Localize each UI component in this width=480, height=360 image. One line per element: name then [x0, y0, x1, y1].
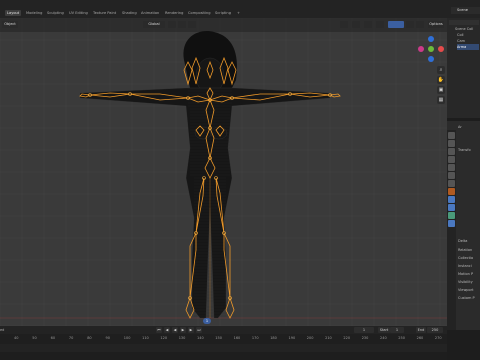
- outliner-item-selected[interactable]: Arma: [457, 44, 479, 50]
- tab-texture-paint[interactable]: Texture Paint: [91, 10, 118, 16]
- collection-tab-icon[interactable]: [448, 180, 455, 187]
- timeline-ruler[interactable]: 40 50 60 70 80 90 100 110 120 130 140 150 160 170 180 1…: [0, 334, 447, 344]
- start-frame-field[interactable]: 1: [390, 327, 404, 333]
- ruler-tick-label: 270: [434, 336, 442, 340]
- ruler-tick-label: 100: [123, 336, 131, 340]
- section-viewport-display[interactable]: Viewport: [458, 287, 473, 293]
- view-layer-tab-icon[interactable]: [448, 156, 455, 163]
- ruler-tick-label: 110: [142, 336, 149, 340]
- scene-selector[interactable]: Scene: [451, 7, 480, 14]
- ruler-tick-label: 80: [87, 336, 92, 340]
- camera-view-icon[interactable]: ▣: [437, 86, 445, 94]
- top-menu-bar: Layout Modeling Sculpting UV Editing Tex…: [0, 0, 480, 18]
- perspective-toggle-icon[interactable]: ▦: [437, 96, 445, 104]
- ruler-tick-label: 260: [416, 336, 424, 340]
- tab-layout[interactable]: Layout: [5, 10, 22, 16]
- ruler-tick-label: 170: [251, 336, 259, 340]
- axis-neg-x-icon[interactable]: [418, 46, 424, 52]
- properties-tabs: [447, 130, 456, 330]
- tab-sculpting[interactable]: Sculpting: [45, 10, 66, 16]
- axis-z-icon[interactable]: [428, 36, 434, 42]
- ruler-tick-label: 60: [50, 336, 56, 340]
- ruler-tick-label: 240: [380, 336, 387, 340]
- tab-animation[interactable]: Animation: [139, 10, 161, 16]
- ruler-tick-label: 190: [288, 336, 296, 340]
- data-tab-icon[interactable]: [448, 220, 455, 227]
- ruler-tick-label: 210: [325, 336, 332, 340]
- tab-modeling[interactable]: Modeling: [24, 10, 44, 16]
- jump-end-icon[interactable]: ⏭: [196, 327, 202, 333]
- axis-x-icon[interactable]: [438, 46, 444, 52]
- status-bar: [0, 352, 447, 360]
- ruler-tick-label: 90: [105, 336, 110, 340]
- ruler-tick-label: 160: [233, 336, 241, 340]
- jump-start-icon[interactable]: ⏮: [156, 327, 162, 333]
- ruler-tick-label: 70: [68, 336, 74, 340]
- ruler-tick-label: 230: [361, 336, 369, 340]
- tool-tab-icon[interactable]: [448, 132, 455, 139]
- outliner-panel: Scene Coll Coll Cam Arma: [447, 18, 480, 118]
- tab-compositing[interactable]: Compositing: [186, 10, 213, 16]
- physics-tab-icon[interactable]: [448, 204, 455, 211]
- ruler-tick-label: 40: [14, 336, 19, 340]
- constraints-tab-icon[interactable]: [448, 212, 455, 219]
- play-reverse-icon[interactable]: ◀: [172, 327, 178, 333]
- current-frame-field[interactable]: 1: [354, 327, 374, 333]
- outliner-search[interactable]: [449, 20, 479, 25]
- ruler-tick-label: 200: [306, 336, 314, 340]
- modifier-tab-icon[interactable]: [448, 196, 455, 203]
- section-instancing[interactable]: Instanci: [458, 263, 472, 269]
- tab-uv-editing[interactable]: UV Editing: [67, 10, 90, 16]
- section-collections[interactable]: Collectio: [458, 255, 473, 261]
- ruler-tick-label: 220: [343, 336, 351, 340]
- foot-right-bone[interactable]: [225, 296, 235, 319]
- zoom-icon[interactable]: ⌕: [437, 66, 445, 74]
- timeline-label: ed: [0, 328, 5, 332]
- section-relations[interactable]: Relation: [458, 247, 472, 253]
- start-label: Start: [378, 327, 390, 333]
- hand-pan-icon[interactable]: ✋: [437, 76, 445, 84]
- output-tab-icon[interactable]: [448, 148, 455, 155]
- render-tab-icon[interactable]: [448, 140, 455, 147]
- section-custom-properties[interactable]: Custom P: [458, 295, 475, 301]
- end-frame-field[interactable]: 250: [427, 327, 443, 333]
- transform-section[interactable]: Transfo: [458, 147, 471, 153]
- end-label: End: [416, 327, 426, 333]
- axis-neg-z-icon[interactable]: [428, 56, 434, 62]
- navigation-gizmo[interactable]: [418, 36, 444, 62]
- ruler-tick-label: 50: [32, 336, 37, 340]
- object-tab-icon[interactable]: [448, 188, 455, 195]
- ruler-tick-label: 130: [178, 336, 186, 340]
- ruler-tick-label: 150: [215, 336, 222, 340]
- section-motion-paths[interactable]: Motion P: [458, 271, 473, 277]
- next-keyframe-icon[interactable]: ▶: [188, 327, 194, 333]
- tab-shading[interactable]: Shading: [120, 10, 139, 16]
- scene-tab-icon[interactable]: [448, 164, 455, 171]
- ruler-tick-label: 120: [160, 336, 168, 340]
- ruler-tick-label: 250: [398, 336, 405, 340]
- section-delta[interactable]: Delta: [458, 238, 467, 244]
- character-model[interactable]: [0, 18, 447, 330]
- add-workspace-button[interactable]: +: [235, 10, 242, 16]
- playhead[interactable]: 1: [203, 318, 211, 324]
- ruler-tick-label: 140: [197, 336, 204, 340]
- ruler-tick-label: 180: [270, 336, 277, 340]
- tab-scripting[interactable]: Scripting: [213, 10, 233, 16]
- play-icon[interactable]: ▶: [180, 327, 186, 333]
- properties-header: Ar: [458, 125, 462, 129]
- prev-keyframe-icon[interactable]: ◀: [164, 327, 170, 333]
- section-visibility[interactable]: Visibility: [458, 279, 473, 285]
- world-tab-icon[interactable]: [448, 172, 455, 179]
- tab-rendering[interactable]: Rendering: [163, 10, 185, 16]
- axis-y-icon[interactable]: [428, 46, 434, 52]
